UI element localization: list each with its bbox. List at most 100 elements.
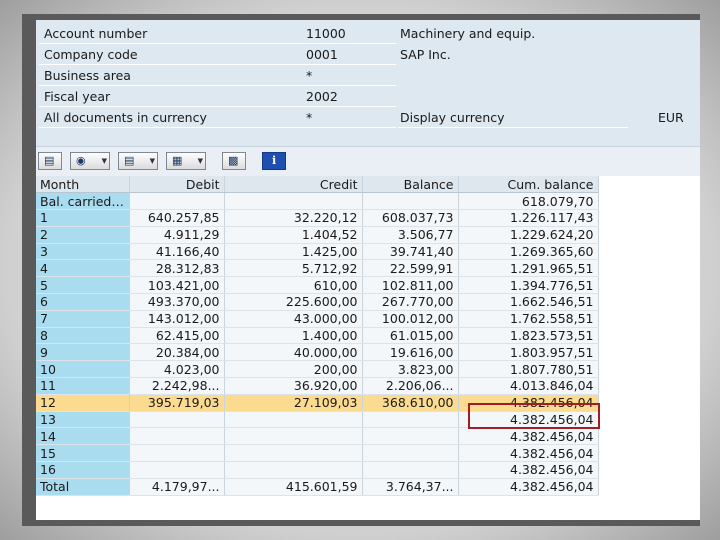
balance-cell[interactable] (362, 411, 459, 429)
column-header-balance[interactable]: Balance (362, 176, 459, 194)
table-row[interactable]: Bal. carried… 618.079,70 (36, 192, 599, 211)
month-cell[interactable]: 12 (36, 394, 130, 412)
company-code-value[interactable]: 0001 (304, 45, 396, 65)
month-cell[interactable]: 13 (36, 411, 130, 429)
cum-balance-cell[interactable]: 4.382.456,04 (458, 427, 599, 446)
debit-cell[interactable]: 28.312,83 (129, 259, 225, 278)
cum-balance-cell[interactable]: 4.382.456,04 (458, 478, 599, 496)
cum-balance-cell[interactable]: 1.269.365,60 (458, 243, 599, 261)
column-header-credit[interactable]: Credit (224, 176, 363, 194)
balance-cell[interactable] (362, 444, 459, 463)
month-cell[interactable]: 1 (36, 209, 130, 227)
cum-balance-cell[interactable]: 4.013.846,04 (458, 377, 599, 395)
balance-cell[interactable]: 61.015,00 (362, 327, 459, 345)
account-number-value[interactable]: 11000 (304, 24, 396, 44)
table-row[interactable]: 14 4.382.456,04 (36, 427, 599, 446)
cum-balance-cell[interactable]: 1.229.624,20 (458, 226, 599, 244)
debit-cell[interactable]: 41.166,40 (129, 243, 225, 261)
table-row[interactable]: 15 4.382.456,04 (36, 444, 599, 463)
credit-cell[interactable] (224, 461, 363, 479)
cum-balance-cell[interactable]: 4.382.456,04 (458, 461, 599, 479)
balance-cell[interactable]: 3.506,77 (362, 226, 459, 244)
debit-cell[interactable] (129, 427, 225, 446)
balance-cell[interactable]: 19.616,00 (362, 343, 459, 362)
column-header-cum-balance[interactable]: Cum. balance (458, 176, 599, 194)
debit-cell[interactable]: 4.179,97... (129, 478, 225, 496)
debit-cell[interactable]: 62.415,00 (129, 327, 225, 345)
month-cell[interactable]: 16 (36, 461, 130, 479)
table-row[interactable]: 11 2.242,98... 36.920,00 2.206,06... 4.013.8… (36, 377, 599, 395)
credit-cell[interactable]: 1.425,00 (224, 243, 363, 261)
table-row[interactable]: 4 28.312,83 5.712,92 22.599,91 1.291.965,51 (36, 259, 599, 278)
table-row[interactable]: 3 41.166,40 1.425,00 39.741,40 1.269.365,60 (36, 243, 599, 261)
debit-cell[interactable]: 4.911,29 (129, 226, 225, 244)
credit-cell[interactable]: 27.109,03 (224, 394, 363, 412)
debit-cell[interactable]: 103.421,00 (129, 276, 225, 295)
table-row[interactable]: 9 20.384,00 40.000,00 19.616,00 1.803.957,51 (36, 343, 599, 362)
business-area-value[interactable]: * (304, 66, 396, 86)
cum-balance-cell[interactable]: 1.762.558,51 (458, 310, 599, 328)
debit-cell[interactable]: 143.012,00 (129, 310, 225, 328)
month-cell[interactable]: 11 (36, 377, 130, 395)
cum-balance-cell[interactable]: 1.226.117,43 (458, 209, 599, 227)
table-row[interactable]: 5 103.421,00 610,00 102.811,00 1.394.776,51 (36, 276, 599, 295)
cum-balance-cell[interactable]: 1.291.965,51 (458, 259, 599, 278)
balance-cell[interactable]: 2.206,06... (362, 377, 459, 395)
cum-balance-cell[interactable]: 1.394.776,51 (458, 276, 599, 295)
debit-cell[interactable] (129, 461, 225, 479)
credit-cell[interactable] (224, 192, 363, 211)
month-cell[interactable]: Total (36, 478, 130, 496)
table-row[interactable]: 6 493.370,00 225.600,00 267.770,00 1.662.546… (36, 293, 599, 311)
cum-balance-cell[interactable]: 1.803.957,51 (458, 343, 599, 362)
table-row[interactable]: 16 4.382.456,04 (36, 461, 599, 479)
debit-cell[interactable]: 493.370,00 (129, 293, 225, 311)
credit-cell[interactable] (224, 411, 363, 429)
month-cell[interactable]: 10 (36, 360, 130, 379)
balance-cell[interactable]: 3.823,00 (362, 360, 459, 379)
debit-cell[interactable] (129, 192, 225, 211)
table-row[interactable]: 10 4.023,00 200,00 3.823,00 1.807.780,51 (36, 360, 599, 379)
credit-cell[interactable]: 5.712,92 (224, 259, 363, 278)
balance-cell[interactable]: 267.770,00 (362, 293, 459, 311)
table-row[interactable]: 13 4.382.456,04 (36, 411, 599, 429)
display-currency-value[interactable]: EUR (658, 108, 684, 127)
cum-balance-cell[interactable]: 618.079,70 (458, 192, 599, 211)
credit-cell[interactable]: 32.220,12 (224, 209, 363, 227)
balance-cell[interactable]: 3.764,37... (362, 478, 459, 496)
cum-balance-cell[interactable]: 1.807.780,51 (458, 360, 599, 379)
information-button[interactable]: i (262, 152, 286, 170)
credit-cell[interactable] (224, 444, 363, 463)
cum-balance-cell[interactable]: 4.382.456,04 (458, 411, 599, 429)
balance-cell[interactable] (362, 427, 459, 446)
month-cell[interactable]: 14 (36, 427, 130, 446)
all-documents-currency-value[interactable]: * (304, 108, 396, 128)
month-cell[interactable]: 7 (36, 310, 130, 328)
table-row[interactable]: 1 640.257,85 32.220,12 608.037,73 1.226.117,… (36, 209, 599, 227)
credit-cell[interactable]: 43.000,00 (224, 310, 363, 328)
debit-cell[interactable]: 395.719,03 (129, 394, 225, 412)
balance-cell[interactable] (362, 461, 459, 479)
balance-cell[interactable]: 102.811,00 (362, 276, 459, 295)
credit-cell[interactable]: 200,00 (224, 360, 363, 379)
credit-cell[interactable]: 225.600,00 (224, 293, 363, 311)
month-cell[interactable]: 15 (36, 444, 130, 463)
cum-balance-cell[interactable]: 4.382.456,04 (458, 444, 599, 463)
balance-cell[interactable]: 39.741,40 (362, 243, 459, 261)
credit-cell[interactable]: 36.920,00 (224, 377, 363, 395)
balance-cell[interactable]: 100.012,00 (362, 310, 459, 328)
table-row[interactable]: 7 143.012,00 43.000,00 100.012,00 1.762.558,… (36, 310, 599, 328)
credit-cell[interactable]: 1.400,00 (224, 327, 363, 345)
detail-view-button[interactable]: ▤ (38, 152, 62, 170)
credit-cell[interactable]: 415.601,59 (224, 478, 363, 496)
month-cell[interactable]: 2 (36, 226, 130, 244)
credit-cell[interactable]: 40.000,00 (224, 343, 363, 362)
table-row[interactable]: Total 4.179,97... 415.601,59 3.764,37... 4.3… (36, 478, 599, 496)
export-menu-button[interactable]: ▤ ▼ (118, 152, 158, 170)
layout-menu-button[interactable]: ▦ ▼ (166, 152, 206, 170)
table-row[interactable]: 8 62.415,00 1.400,00 61.015,00 1.823.573,51 (36, 327, 599, 345)
balance-cell[interactable] (362, 192, 459, 211)
cum-balance-cell[interactable]: 1.823.573,51 (458, 327, 599, 345)
table-row[interactable]: 12 395.719,03 27.109,03 368.610,00 4.382.456… (36, 394, 599, 412)
debit-cell[interactable]: 640.257,85 (129, 209, 225, 227)
month-cell[interactable]: 3 (36, 243, 130, 261)
